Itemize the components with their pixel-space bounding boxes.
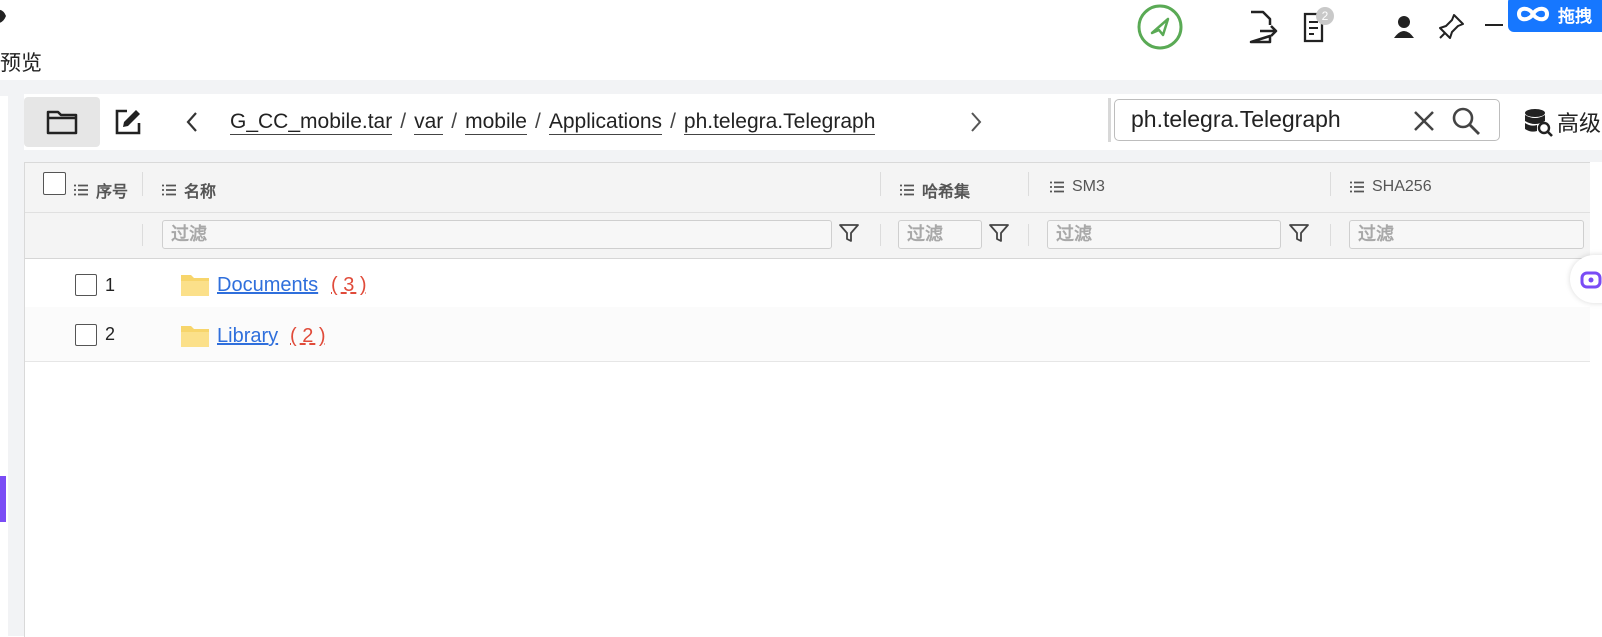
row-checkbox[interactable]	[75, 324, 97, 346]
column-header-name-label: 名称	[184, 184, 217, 201]
row-index: 1	[105, 275, 116, 295]
breadcrumb-back-button[interactable]	[180, 107, 204, 137]
folder-name-link[interactable]: Library	[217, 325, 278, 348]
folder-icon	[180, 324, 210, 348]
minimize-icon[interactable]	[1484, 20, 1504, 30]
filter-icon[interactable]	[838, 222, 860, 244]
robot-icon	[1580, 267, 1602, 291]
column-divider	[142, 224, 143, 246]
table-row[interactable]: 1 Documents ( 3 )	[25, 259, 1592, 314]
column-header-name[interactable]: 名称	[162, 178, 216, 202]
folder-outline-icon	[46, 109, 78, 135]
column-header-index-label: 序号	[96, 184, 129, 201]
row-index: 2	[105, 324, 116, 344]
column-divider[interactable]	[880, 172, 881, 196]
rocket-icon[interactable]	[1136, 3, 1184, 51]
edit-icon	[113, 107, 143, 137]
search-input[interactable]	[1131, 104, 1411, 134]
breadcrumb-segment[interactable]: Applications	[548, 110, 663, 135]
breadcrumb-separator: /	[534, 110, 541, 133]
search-icon[interactable]	[1451, 106, 1481, 136]
breadcrumb-forward-button[interactable]	[964, 107, 988, 137]
column-divider[interactable]	[1028, 172, 1029, 196]
column-header-sha256[interactable]: SHA256	[1350, 178, 1432, 196]
list-icon	[1050, 181, 1064, 193]
breadcrumb-segment[interactable]: ph.telegra.Telegraph	[683, 110, 876, 135]
breadcrumb: G_CC_mobile.tar / var / mobile / Applications /…	[230, 106, 920, 138]
list-icon	[900, 184, 914, 196]
item-count-link[interactable]: ( 3 )	[331, 274, 367, 297]
sm3-filter-input[interactable]	[1048, 221, 1280, 248]
column-header-sm3[interactable]: SM3	[1050, 178, 1105, 196]
filter-icon[interactable]	[1288, 222, 1310, 244]
right-scroll-edge[interactable]	[1590, 162, 1602, 636]
advanced-search-button[interactable]: 高级	[1523, 106, 1601, 138]
pin-icon[interactable]	[1438, 12, 1466, 40]
item-count-link[interactable]: ( 2 )	[290, 325, 326, 348]
advanced-search-label: 高级	[1557, 111, 1602, 136]
column-divider	[880, 224, 881, 246]
column-divider	[1028, 224, 1029, 246]
column-header-index[interactable]: 序号	[74, 178, 128, 202]
search-box	[1114, 99, 1500, 141]
sm3-filter-field	[1047, 220, 1281, 249]
edit-path-button[interactable]	[110, 104, 146, 140]
folder-view-button[interactable]	[24, 97, 100, 147]
preview-label: 预览	[0, 52, 42, 75]
clear-search-icon[interactable]	[1412, 109, 1436, 133]
export-file-icon[interactable]	[1248, 10, 1278, 44]
chevron-right-icon	[969, 111, 983, 133]
row-checkbox[interactable]	[75, 274, 97, 296]
column-header-hashset[interactable]: 哈希集	[900, 178, 970, 202]
left-panel-edge	[0, 96, 8, 636]
column-header-sm3-label: SM3	[1072, 178, 1105, 195]
drag-button-label: 拖拽	[1558, 6, 1592, 26]
list-icon	[74, 184, 88, 196]
list-icon	[1350, 181, 1364, 193]
table-row[interactable]: 2 Library ( 2 )	[25, 307, 1592, 362]
sha256-filter-input[interactable]	[1350, 221, 1583, 248]
column-header-sha256-label: SHA256	[1372, 178, 1432, 195]
column-divider[interactable]	[1330, 172, 1331, 196]
column-divider	[1330, 224, 1331, 246]
column-header-hashset-label: 哈希集	[922, 184, 971, 201]
top-bar	[0, 0, 1602, 80]
breadcrumb-separator: /	[670, 110, 676, 133]
list-icon	[162, 184, 176, 196]
column-divider[interactable]	[142, 172, 143, 196]
notification-badge: 2	[1316, 7, 1334, 25]
folder-name-link[interactable]: Documents	[217, 274, 318, 297]
filter-icon[interactable]	[988, 222, 1010, 244]
sha256-filter-field	[1349, 220, 1584, 249]
name-filter-input[interactable]	[163, 221, 831, 248]
database-search-icon	[1523, 107, 1553, 137]
left-active-indicator	[0, 476, 6, 522]
breadcrumb-separator: /	[400, 110, 407, 133]
toolbar-divider	[1108, 98, 1111, 142]
chevron-left-icon	[185, 111, 199, 133]
folder-icon	[180, 273, 210, 297]
breadcrumb-separator: /	[451, 110, 458, 133]
breadcrumb-segment[interactable]: var	[414, 110, 444, 135]
breadcrumb-segment[interactable]: G_CC_mobile.tar	[230, 110, 393, 135]
hashset-filter-input[interactable]	[899, 221, 981, 248]
breadcrumb-segment[interactable]: mobile	[465, 110, 527, 135]
eye-icon[interactable]	[0, 2, 12, 34]
select-all-checkbox[interactable]	[43, 172, 66, 195]
drag-button[interactable]: 拖拽	[1508, 0, 1602, 32]
user-icon[interactable]	[1392, 14, 1416, 40]
hashset-filter-field	[898, 220, 982, 249]
name-filter-field	[162, 220, 832, 249]
infinity-icon	[1508, 0, 1558, 32]
